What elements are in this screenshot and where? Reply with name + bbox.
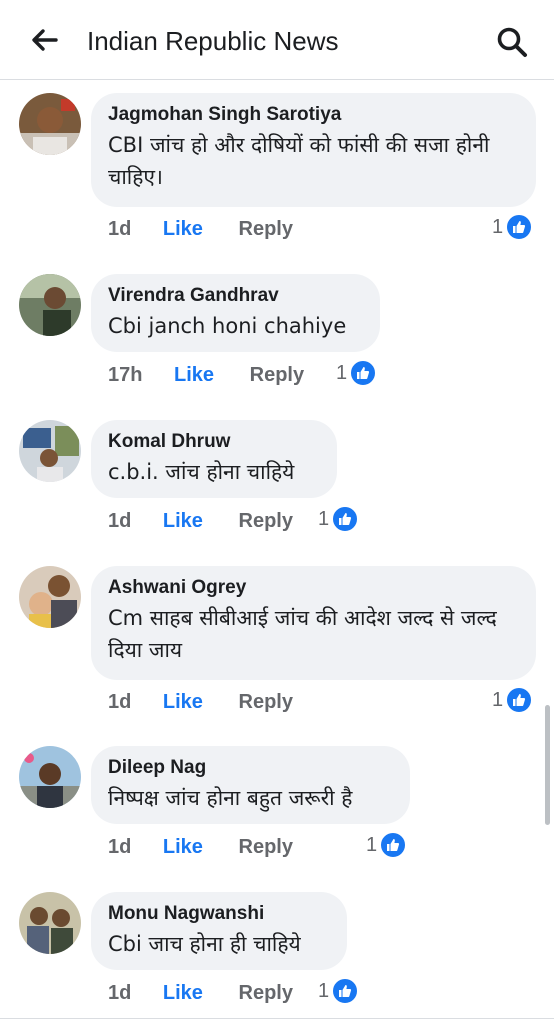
- comment-author[interactable]: Jagmohan Singh Sarotiya: [108, 103, 518, 127]
- scrollbar[interactable]: [545, 705, 550, 825]
- reaction-count[interactable]: 1: [492, 685, 534, 715]
- profile-photo-icon: [19, 420, 81, 482]
- comment-text: c.b.i. जांच होना चाहिये: [108, 460, 295, 484]
- thumbs-up-icon: [505, 686, 534, 714]
- reaction-number: 1: [318, 979, 330, 1002]
- comment-bubble[interactable]: Virendra Gandhrav Cbi janch honi chahiye: [91, 274, 380, 352]
- comment-time[interactable]: 1d: [108, 506, 131, 536]
- comment-time[interactable]: 1d: [108, 978, 131, 1008]
- comment-text: Cbi जाच होना ही चाहिये: [108, 932, 301, 956]
- comment-actions: 1d Like Reply: [108, 214, 293, 244]
- comment-bubble[interactable]: Dileep Nag निष्पक्ष जांच होना बहुत जरूरी…: [91, 746, 410, 824]
- avatar[interactable]: [19, 892, 81, 954]
- thumbs-up-icon: [379, 831, 408, 859]
- arrow-left-icon: [32, 29, 58, 51]
- like-button[interactable]: Like: [174, 360, 214, 390]
- comment-bubble[interactable]: Monu Nagwanshi Cbi जाच होना ही चाहिये: [91, 892, 347, 970]
- comment-author[interactable]: Ashwani Ogrey: [108, 576, 518, 600]
- reaction-count[interactable]: 1: [318, 504, 360, 534]
- divider: [0, 1018, 554, 1019]
- comment-time[interactable]: 1d: [108, 687, 131, 717]
- reaction-number: 1: [318, 507, 330, 530]
- top-bar: Indian Republic News: [0, 0, 554, 80]
- search-button[interactable]: [492, 22, 532, 62]
- thumbs-up-icon: [331, 977, 360, 1005]
- reaction-number: 1: [492, 215, 504, 238]
- comment-author[interactable]: Dileep Nag: [108, 756, 392, 780]
- reply-button[interactable]: Reply: [239, 506, 293, 536]
- reply-button[interactable]: Reply: [239, 214, 293, 244]
- avatar[interactable]: [19, 746, 81, 808]
- thumbs-up-icon: [349, 359, 378, 387]
- page-title: Indian Republic News: [87, 26, 339, 56]
- comment-actions: 1d Like Reply: [108, 687, 293, 717]
- avatar[interactable]: [19, 566, 81, 628]
- like-button[interactable]: Like: [163, 506, 203, 536]
- profile-photo-icon: [19, 892, 81, 954]
- comment-time[interactable]: 17h: [108, 360, 142, 390]
- avatar[interactable]: [19, 420, 81, 482]
- reaction-number: 1: [336, 361, 348, 384]
- comment-actions: 1d Like Reply: [108, 978, 293, 1008]
- profile-photo-icon: [19, 746, 81, 808]
- profile-photo-icon: [19, 274, 81, 336]
- comment-bubble[interactable]: Jagmohan Singh Sarotiya CBI जांच हो और द…: [91, 93, 536, 207]
- comment-bubble[interactable]: Ashwani Ogrey Cm साहब सीबीआई जांच की आदे…: [91, 566, 536, 680]
- comment-text: निष्पक्ष जांच होना बहुत जरूरी है: [108, 786, 353, 810]
- reply-button[interactable]: Reply: [250, 360, 304, 390]
- thumbs-up-icon: [505, 213, 534, 241]
- comment-actions: 1d Like Reply: [108, 506, 293, 536]
- thumbs-up-icon: [331, 505, 360, 533]
- like-button[interactable]: Like: [163, 687, 203, 717]
- back-button[interactable]: [26, 22, 62, 58]
- avatar[interactable]: [19, 93, 81, 155]
- reaction-number: 1: [492, 688, 504, 711]
- reaction-count[interactable]: 1: [318, 976, 360, 1006]
- search-icon: [497, 27, 527, 57]
- avatar[interactable]: [19, 274, 81, 336]
- comment-text: Cbi janch honi chahiye: [108, 314, 347, 338]
- profile-photo-icon: [19, 93, 81, 155]
- reaction-number: 1: [366, 833, 378, 856]
- like-button[interactable]: Like: [163, 978, 203, 1008]
- comment-bubble[interactable]: Komal Dhruw c.b.i. जांच होना चाहिये: [91, 420, 337, 498]
- comment-author[interactable]: Komal Dhruw: [108, 430, 319, 454]
- profile-photo-icon: [19, 566, 81, 628]
- reply-button[interactable]: Reply: [239, 687, 293, 717]
- comment-author[interactable]: Virendra Gandhrav: [108, 284, 362, 308]
- comment-time[interactable]: 1d: [108, 832, 131, 862]
- comment-time[interactable]: 1d: [108, 214, 131, 244]
- comment-text: CBI जांच हो और दोषियों को फांसी की सजा ह…: [108, 133, 490, 189]
- like-button[interactable]: Like: [163, 832, 203, 862]
- reply-button[interactable]: Reply: [239, 978, 293, 1008]
- reply-button[interactable]: Reply: [239, 832, 293, 862]
- comment-author[interactable]: Monu Nagwanshi: [108, 902, 329, 926]
- reaction-count[interactable]: 1: [366, 830, 408, 860]
- reaction-count[interactable]: 1: [492, 212, 534, 242]
- comment-actions: 17h Like Reply: [108, 360, 304, 390]
- like-button[interactable]: Like: [163, 214, 203, 244]
- comment-actions: 1d Like Reply: [108, 832, 293, 862]
- comment-text: Cm साहब सीबीआई जांच की आदेश जल्द से जल्द…: [108, 606, 497, 662]
- reaction-count[interactable]: 1: [336, 358, 378, 388]
